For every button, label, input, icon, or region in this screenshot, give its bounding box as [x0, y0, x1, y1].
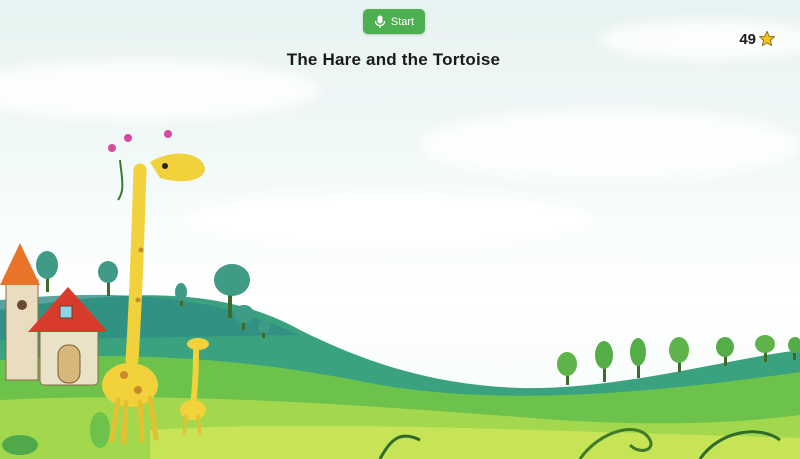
leaf	[2, 435, 38, 455]
score-value: 49	[739, 30, 756, 48]
tree	[98, 261, 118, 296]
microphone-icon	[374, 15, 386, 29]
tree	[669, 337, 689, 372]
tree	[557, 352, 577, 385]
house-tower	[0, 243, 40, 381]
start-button-label: Start	[390, 15, 415, 28]
score-display: 49	[739, 30, 776, 48]
story-title: The Hare and the Tortoise	[286, 50, 501, 69]
star-icon	[758, 30, 776, 48]
tree	[36, 251, 58, 292]
start-button[interactable]: Start	[363, 9, 425, 34]
tree	[630, 338, 646, 378]
leaf	[90, 412, 110, 448]
tree	[595, 341, 613, 382]
